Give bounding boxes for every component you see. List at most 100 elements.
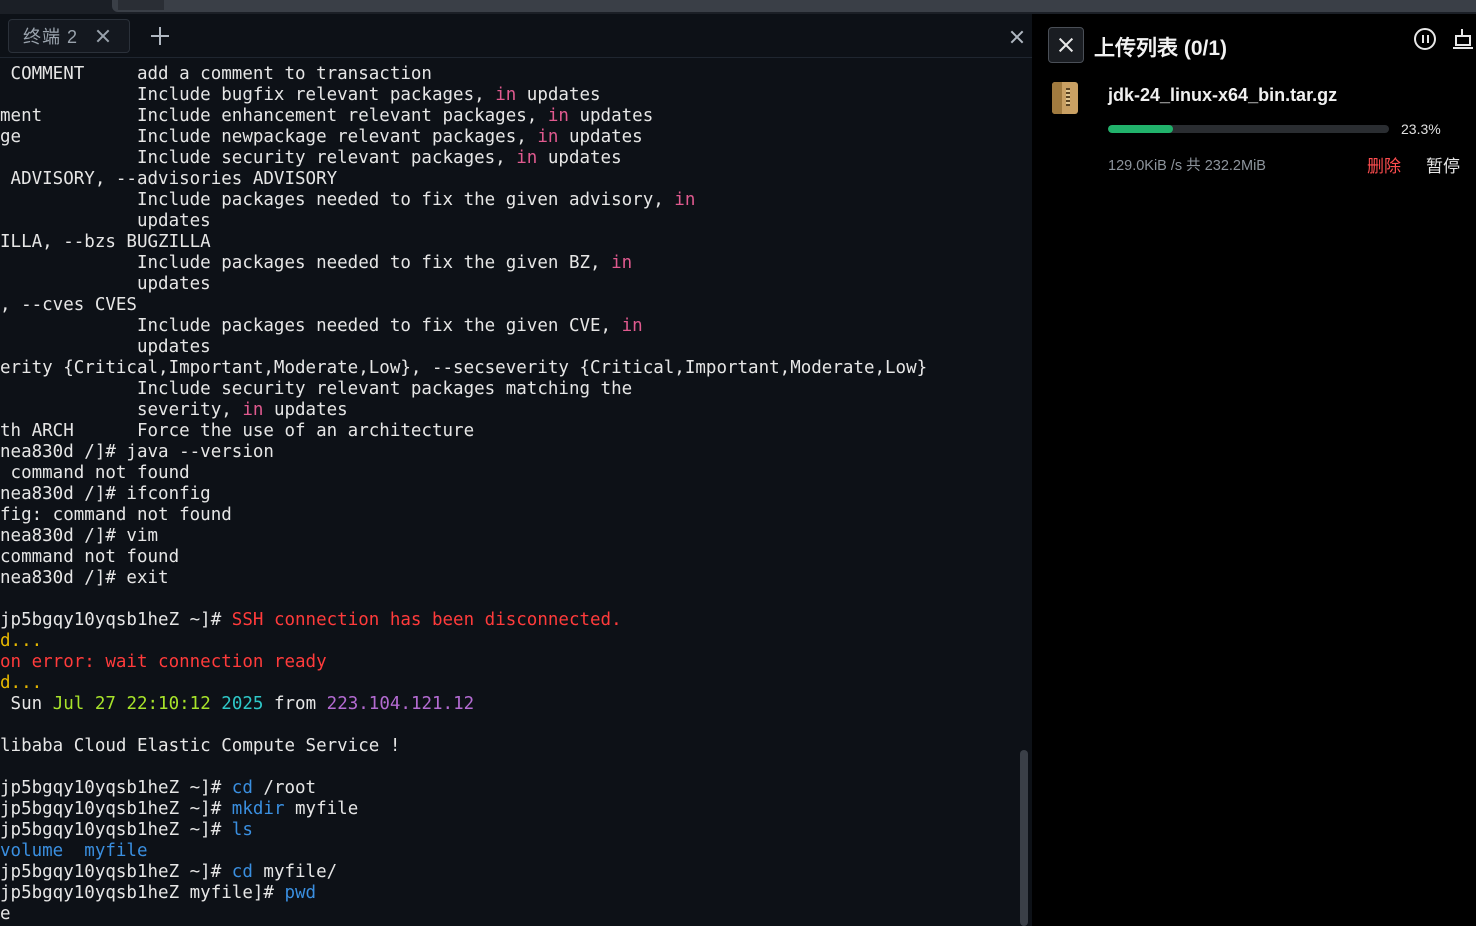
terminal-text: libaba Cloud Elastic Compute Service ! — [0, 736, 401, 756]
terminal-line: Include security relevant packages, in u… — [0, 148, 622, 169]
upload-file-name: jdk-24_linux-x64_bin.tar.gz — [1108, 85, 1338, 105]
terminal-line: ment Include enhancement relevant packag… — [0, 106, 653, 127]
terminal-text: in — [495, 85, 517, 105]
terminal-text: Include packages needed to fix the given… — [0, 253, 612, 273]
terminal-text: updates — [537, 148, 622, 168]
terminal-text: fig: command not found — [0, 505, 232, 525]
terminal-text: updates — [558, 127, 643, 147]
terminal-text: pwd — [284, 883, 317, 903]
terminal-line: nea830d /]# java --version — [0, 442, 274, 463]
terminal-text: ment Include enhancement relevant packag… — [0, 106, 548, 126]
terminal-line: nea830d /]# vim — [0, 526, 158, 547]
terminal-tab-bar: 终端 2 — [0, 14, 1032, 58]
terminal-text: nea830d /]# vim — [0, 526, 159, 546]
terminal-text: in — [611, 253, 633, 273]
terminal-text: updates — [568, 106, 654, 126]
terminal-line: libaba Cloud Elastic Compute Service ! — [0, 736, 400, 757]
terminal-text: th ARCH Force the use of an architecture — [0, 421, 475, 441]
terminal-tab[interactable]: 终端 2 — [8, 19, 130, 53]
terminal-text: ADVISORY, --advisories ADVISORY — [0, 169, 338, 189]
terminal-line: jp5bgqy10yqsb1heZ ~]# cd myfile/ — [0, 862, 337, 883]
top-scrollbar-thumb[interactable] — [112, 0, 1476, 12]
terminal-text: updates — [0, 274, 211, 294]
pause-all-icon[interactable] — [1414, 28, 1436, 50]
terminal-text: 2025 — [221, 694, 264, 714]
terminal-line: Include bugfix relevant packages, in upd… — [0, 85, 601, 106]
terminal-line: nea830d /]# ifconfig — [0, 484, 211, 505]
terminal-line: Sun Jul 27 22:10:12 2025 from 223.104.12… — [0, 694, 475, 715]
terminal-text: in — [547, 106, 569, 126]
delete-button[interactable]: 删除 — [1367, 152, 1401, 177]
terminal-line: ge Include newpackage relevant packages,… — [0, 127, 643, 148]
terminal-line: , --cves CVES — [0, 295, 137, 316]
upload-progress-percent: 23.3% — [1401, 121, 1441, 137]
terminal-line: on error: wait connection ready — [0, 652, 327, 673]
terminal-text: updates — [263, 400, 348, 420]
upload-list-title: 上传列表 (0/1) — [1094, 37, 1228, 60]
terminal-text: in — [537, 127, 559, 147]
terminal-line: command not found — [0, 463, 190, 484]
terminal-close-icon[interactable] — [1008, 28, 1026, 46]
terminal-text: nea830d /]# ifconfig — [0, 484, 211, 504]
top-scrollbar-segment — [118, 0, 164, 10]
terminal-text: ls — [231, 820, 253, 840]
terminal-line: th ARCH Force the use of an architecture — [0, 421, 474, 442]
terminal-line: Include packages needed to fix the given… — [0, 190, 695, 211]
add-tab-icon[interactable] — [150, 26, 170, 46]
terminal-line: jp5bgqy10yqsb1heZ ~]# SSH connection has… — [0, 610, 622, 631]
terminal-text: COMMENT add a comment to transaction — [0, 64, 432, 84]
terminal-text: mkdir — [231, 799, 285, 819]
terminal-line: jp5bgqy10yqsb1heZ ~]# cd /root — [0, 778, 316, 799]
terminal-text: jp5bgqy10yqsb1heZ myfile]# — [0, 883, 285, 903]
terminal-text: on error: wait connection ready — [0, 652, 327, 672]
terminal-text: cd — [231, 778, 253, 798]
terminal-line: Include packages needed to fix the given… — [0, 316, 643, 337]
pause-button[interactable]: 暂停 — [1426, 152, 1460, 177]
terminal-text: jp5bgqy10yqsb1heZ ~]# — [0, 820, 232, 840]
top-scrollbar[interactable] — [0, 0, 1476, 14]
terminal-text: d... — [0, 631, 43, 651]
archive-file-icon — [1052, 82, 1078, 114]
terminal-text: updates — [516, 85, 601, 105]
terminal-text: nea830d /]# exit — [0, 568, 169, 588]
terminal-line: erity {Critical,Important,Moderate,Low},… — [0, 358, 927, 379]
terminal-pane[interactable]: 终端 2 COMMENT add a comment to transactio… — [0, 14, 1032, 926]
terminal-line: d... — [0, 631, 42, 652]
terminal-text: command not found — [0, 547, 180, 567]
upload-speed-size: 129.0KiB /s 共 232.2MiB — [1108, 158, 1266, 174]
upload-progress-fill — [1108, 125, 1174, 133]
terminal-text: 223.104.121.12 — [326, 694, 475, 714]
terminal-line: ILLA, --bzs BUGZILLA — [0, 232, 211, 253]
terminal-text: erity {Critical,Important,Moderate,Low},… — [0, 358, 928, 378]
tab-close-icon[interactable] — [93, 26, 113, 46]
upload-progress-bar — [1108, 125, 1389, 133]
terminal-output[interactable]: COMMENT add a comment to transaction Inc… — [0, 64, 1018, 926]
terminal-text: updates — [0, 211, 211, 231]
terminal-text: in — [621, 316, 643, 336]
terminal-line: jp5bgqy10yqsb1heZ myfile]# pwd — [0, 883, 316, 904]
terminal-text: in — [242, 400, 264, 420]
terminal-line: volume myfile — [0, 841, 148, 862]
terminal-text: d... — [0, 673, 43, 693]
close-icon[interactable] — [1048, 27, 1084, 63]
terminal-tab-label: 终端 2 — [23, 27, 79, 47]
terminal-text: ge Include newpackage relevant packages, — [0, 127, 538, 147]
terminal-text: jp5bgqy10yqsb1heZ ~]# — [0, 799, 232, 819]
terminal-line: severity, in updates — [0, 400, 348, 421]
terminal-text: updates — [0, 337, 211, 357]
terminal-text: Include security relevant packages match… — [0, 379, 633, 399]
terminal-text: jp5bgqy10yqsb1heZ ~]# — [0, 778, 232, 798]
upload-panel: 上传列表 (0/1) jdk-24_linux-x64_bin.tar.gz 2… — [1034, 14, 1476, 926]
terminal-text: in — [516, 148, 538, 168]
terminal-text: myfile — [284, 799, 359, 819]
terminal-scrollbar[interactable] — [1020, 750, 1028, 926]
terminal-text: /root — [252, 778, 317, 798]
terminal-line: updates — [0, 337, 211, 358]
server-icon[interactable] — [1453, 29, 1476, 51]
terminal-line: updates — [0, 274, 211, 295]
terminal-text: e — [0, 904, 11, 924]
terminal-text: Include security relevant packages, — [0, 148, 517, 168]
terminal-text: Include packages needed to fix the given… — [0, 316, 622, 336]
terminal-text: ILLA, --bzs BUGZILLA — [0, 232, 211, 252]
